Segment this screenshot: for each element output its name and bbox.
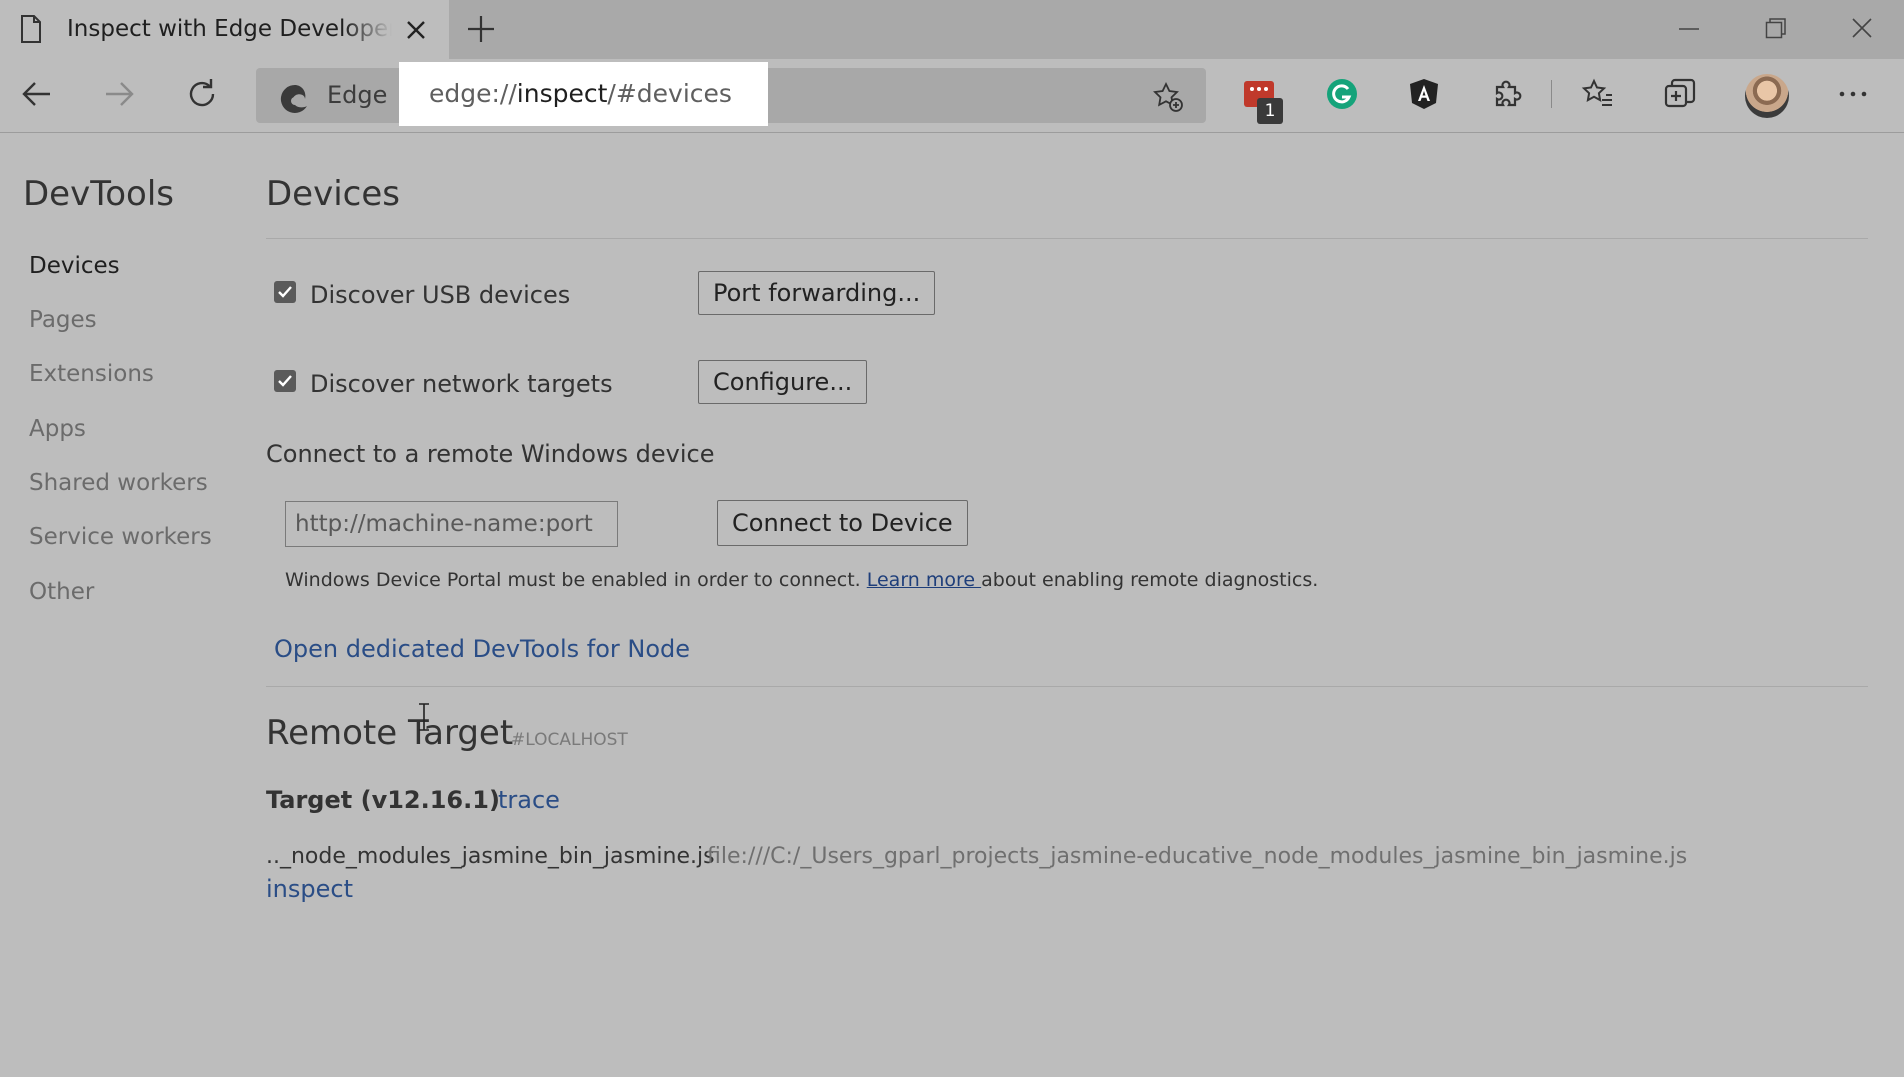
remote-address-input[interactable] [285, 501, 618, 547]
collections-icon[interactable] [1663, 77, 1697, 115]
profile-avatar[interactable] [1745, 74, 1789, 118]
remote-target-heading: Remote Target [266, 713, 514, 753]
sidebar-item-extensions[interactable]: Extensions [29, 361, 154, 387]
divider [266, 686, 1868, 687]
page-title: Devices [266, 174, 400, 214]
sidebar-title: DevTools [23, 174, 174, 214]
window-close-icon[interactable] [1851, 14, 1873, 48]
discover-network-checkbox[interactable] [274, 370, 296, 392]
toolbar-separator [1551, 80, 1552, 108]
title-bar: Inspect with Edge Developer Tools [0, 0, 1904, 59]
url-path: /#devices [607, 79, 732, 108]
sidebar-item-other[interactable]: Other [29, 579, 94, 605]
sidebar-item-shared-workers[interactable]: Shared workers [29, 470, 208, 496]
angular-icon[interactable] [1407, 77, 1441, 115]
sidebar-item-devices[interactable]: Devices [29, 253, 120, 279]
learn-more-link[interactable]: Learn more [867, 569, 981, 591]
browser-toolbar: Edge [0, 59, 1904, 133]
note-text-after: about enabling remote diagnostics. [981, 569, 1319, 591]
discover-usb-label: Discover USB devices [310, 281, 571, 309]
sidebar-item-pages[interactable]: Pages [29, 307, 97, 333]
text-cursor-icon [417, 702, 431, 736]
minimize-icon[interactable] [1678, 14, 1700, 48]
tab-title: Inspect with Edge Developer Tools [67, 16, 392, 42]
url-scheme: edge:// [429, 79, 517, 108]
divider [266, 238, 1868, 239]
inspect-link[interactable]: inspect [266, 875, 353, 903]
grammarly-icon[interactable] [1325, 77, 1359, 115]
page-icon [20, 15, 42, 47]
refresh-icon[interactable] [185, 77, 219, 115]
note-text: Windows Device Portal must be enabled in… [285, 569, 867, 591]
browser-tab[interactable]: Inspect with Edge Developer Tools [0, 0, 449, 59]
device-portal-note: Windows Device Portal must be enabled in… [285, 569, 1318, 591]
remote-target-host: #LOCALHOST [511, 730, 628, 750]
extensions-puzzle-icon[interactable] [1489, 77, 1523, 115]
target-script-name: .._node_modules_jasmine_bin_jasmine.js [266, 844, 715, 869]
back-icon[interactable] [20, 77, 54, 115]
port-forwarding-button[interactable]: Port forwarding... [698, 271, 936, 315]
extension-badge: 1 [1257, 98, 1283, 124]
forward-icon[interactable] [102, 77, 136, 115]
trace-link[interactable]: trace [498, 786, 560, 814]
favorites-icon[interactable] [1580, 77, 1614, 115]
connect-to-device-button[interactable]: Connect to Device [717, 500, 968, 546]
sidebar-item-service-workers[interactable]: Service workers [29, 524, 212, 550]
url-host: inspect [516, 79, 608, 108]
edge-logo-icon [279, 83, 311, 119]
more-options-icon[interactable] [1836, 77, 1870, 115]
remote-windows-label: Connect to a remote Windows device [266, 440, 715, 468]
discover-usb-checkbox[interactable] [274, 281, 296, 303]
discover-network-label: Discover network targets [310, 370, 613, 398]
target-script-url: file:///C:/_Users_gparl_projects_jasmine… [707, 844, 1688, 869]
edge-label: Edge [327, 81, 388, 109]
configure-button[interactable]: Configure... [698, 360, 868, 404]
restore-icon[interactable] [1765, 14, 1787, 48]
add-favorite-icon[interactable] [1152, 81, 1184, 117]
open-node-devtools-link[interactable]: Open dedicated DevTools for Node [274, 635, 690, 663]
close-tab-icon[interactable] [405, 19, 427, 45]
url-field[interactable]: edge://inspect/#devices [399, 62, 768, 126]
inspect-page: DevTools Devices Pages Extensions Apps S… [0, 133, 1904, 1077]
sidebar-item-apps[interactable]: Apps [29, 416, 86, 442]
target-name: Target (v12.16.1) [266, 786, 500, 814]
new-tab-icon[interactable] [466, 14, 496, 48]
